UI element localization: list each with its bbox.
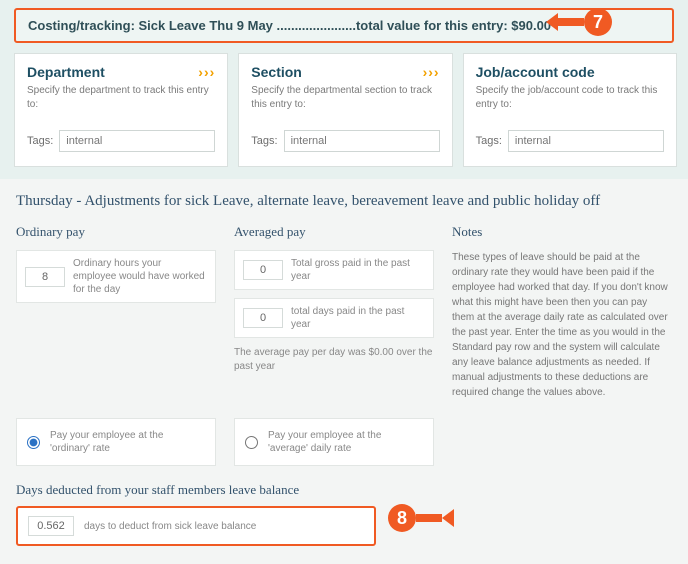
department-subtext: Specify the department to track this ent… [27, 84, 215, 112]
department-tags-label: Tags: [27, 135, 53, 147]
average-rate-radio[interactable] [245, 436, 258, 449]
section-tags-label: Tags: [251, 135, 277, 147]
ordinary-rate-label: Pay your employee at the 'ordinary' rate [50, 429, 205, 455]
department-expand-icon[interactable]: ››› [198, 64, 215, 80]
department-title: Department [27, 64, 105, 80]
adjustments-title: Thursday - Adjustments for sick Leave, a… [16, 193, 672, 210]
section-subtext: Specify the departmental section to trac… [251, 84, 439, 112]
adjustments-panel: Thursday - Adjustments for sick Leave, a… [0, 179, 688, 564]
job-subtext: Specify the job/account code to track th… [476, 84, 664, 112]
deduct-days-label: days to deduct from sick leave balance [84, 520, 256, 533]
section-expand-icon[interactable]: ››› [423, 64, 440, 80]
notes-heading: Notes [452, 224, 672, 240]
total-gross-label: Total gross paid in the past year [291, 257, 425, 283]
costing-line: Costing/tracking: Sick Leave Thu 9 May .… [28, 18, 551, 33]
average-rate-label: Pay your employee at the 'average' daily… [268, 429, 423, 455]
job-card: Job/account code Specify the job/account… [463, 53, 677, 167]
ordinary-hours-input[interactable] [25, 267, 65, 287]
rate-choice-row: Pay your employee at the 'ordinary' rate… [16, 418, 672, 466]
section-card: Section ››› Specify the departmental sec… [238, 53, 452, 167]
costing-section: Costing/tracking: Sick Leave Thu 9 May .… [0, 0, 688, 179]
deduct-box: days to deduct from sick leave balance [16, 506, 376, 546]
costing-header: Costing/tracking: Sick Leave Thu 9 May .… [14, 8, 674, 43]
average-rate-option[interactable]: Pay your employee at the 'average' daily… [234, 418, 434, 466]
total-gross-input[interactable] [243, 260, 283, 280]
ordinary-pay-heading: Ordinary pay [16, 224, 216, 240]
callout-7: 7 [546, 8, 612, 36]
average-pay-note: The average pay per day was $0.00 over t… [234, 346, 434, 374]
ordinary-rate-option[interactable]: Pay your employee at the 'ordinary' rate [16, 418, 216, 466]
callout-badge-8: 8 [388, 504, 416, 532]
deduct-days-input[interactable] [28, 516, 74, 536]
notes-column: Notes These types of leave should be pai… [452, 224, 672, 400]
callout-badge-7: 7 [584, 8, 612, 36]
tracking-cards: Department ››› Specify the department to… [14, 53, 674, 167]
job-tags-input[interactable] [508, 130, 664, 152]
ordinary-rate-radio[interactable] [27, 436, 40, 449]
total-days-input[interactable] [243, 308, 283, 328]
notes-body: These types of leave should be paid at t… [452, 250, 672, 400]
deduct-heading: Days deducted from your staff members le… [16, 482, 672, 498]
averaged-pay-column: Averaged pay Total gross paid in the pas… [234, 224, 434, 400]
ordinary-pay-column: Ordinary pay Ordinary hours your employe… [16, 224, 216, 400]
averaged-pay-heading: Averaged pay [234, 224, 434, 240]
section-tags-input[interactable] [284, 130, 440, 152]
ordinary-hours-label: Ordinary hours your employee would have … [73, 257, 207, 296]
section-title: Section [251, 64, 302, 80]
department-card: Department ››› Specify the department to… [14, 53, 228, 167]
callout-8: 8 [388, 504, 454, 532]
job-tags-label: Tags: [476, 135, 502, 147]
total-days-label: total days paid in the past year [291, 305, 425, 331]
department-tags-input[interactable] [59, 130, 215, 152]
job-title: Job/account code [476, 64, 595, 80]
